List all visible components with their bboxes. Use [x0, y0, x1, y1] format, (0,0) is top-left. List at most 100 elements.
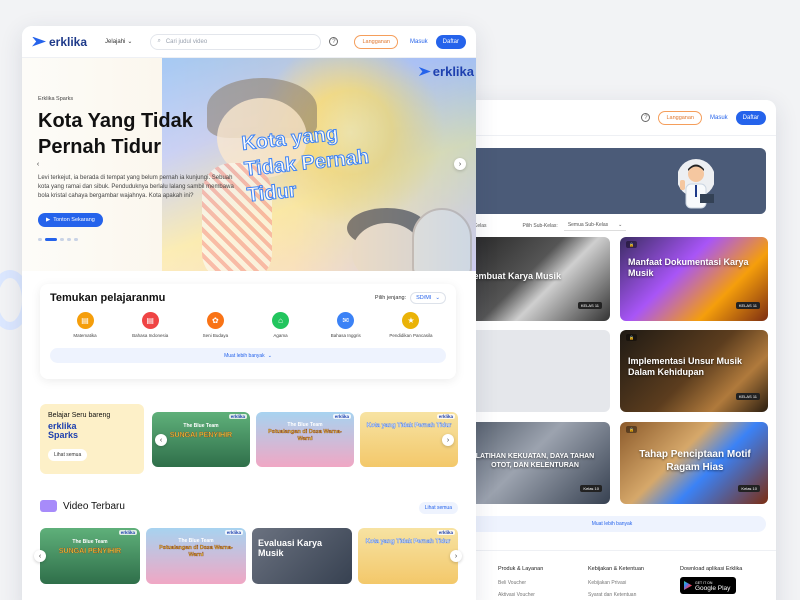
- videos-prev-arrow-icon[interactable]: ‹: [34, 550, 46, 562]
- card-logo: erklika: [436, 530, 455, 535]
- explore-label: Jelajahi: [105, 38, 126, 45]
- footer-link[interactable]: Beli Voucher: [498, 580, 543, 586]
- card-logo: erklika: [118, 530, 137, 535]
- latest-videos-title: Video Terbaru: [63, 500, 125, 512]
- level-label: Pilih jenjang:: [374, 295, 407, 301]
- subkelas-label: Pilih Sub-Kelas:: [522, 222, 558, 229]
- hero-next-arrow-icon[interactable]: ›: [454, 158, 466, 170]
- subject-item-english[interactable]: ✉ Bahasa Inggris: [317, 312, 375, 338]
- subject-grid: ▤ Matematika ▤ Bahasa Indonesia ✿ Seni B…: [50, 312, 446, 338]
- lesson-class-badge: Kelas 10: [738, 485, 760, 492]
- hero-pagination: [38, 238, 78, 241]
- video-title: The Blue Team SUNGAI PENYIHIR: [46, 538, 134, 556]
- video-sub: The Blue Team: [178, 538, 214, 544]
- chevron-down-icon: ⌄: [435, 295, 440, 301]
- load-more-subjects-button[interactable]: Muat lebih banyak ⌄: [50, 348, 446, 363]
- lesson-tag: 🔒: [626, 334, 637, 341]
- level-value: SD/MI: [416, 295, 432, 301]
- lesson-card[interactable]: 🔒 Manfaat Dokumentasi Karya Musik KELAS …: [620, 237, 768, 321]
- subject-item-art[interactable]: ✿ Seni Budaya: [186, 312, 244, 338]
- chevron-down-icon: ⌄: [127, 39, 133, 45]
- subject-item-indonesian[interactable]: ▤ Bahasa Indonesia: [121, 312, 179, 338]
- subject-label: Pendidikan Pancasila: [389, 333, 433, 338]
- latest-videos-header: Video Terbaru: [40, 500, 125, 512]
- see-all-videos-button[interactable]: Lihat semua: [418, 502, 458, 514]
- hero-prev-arrow-icon[interactable]: ‹: [32, 158, 44, 170]
- video-card[interactable]: erklika The Blue Team SUNGAI PENYIHIR: [40, 528, 140, 584]
- lesson-card[interactable]: LATIHAN KEKUATAN, DAYA TAHAN OTOT, DAN K…: [458, 422, 610, 504]
- footer-link[interactable]: Kebijakan Privasi: [588, 580, 644, 586]
- load-more-button[interactable]: Muat lebih banyak: [458, 516, 766, 532]
- subkelas-value: Semua Sub-Kelas: [567, 222, 609, 228]
- series-title-text: Petualangan di Desa Warna-Warni: [268, 429, 342, 442]
- sparks-brand-sub: Sparks: [48, 430, 79, 440]
- videos-next-arrow-icon[interactable]: ›: [450, 550, 462, 562]
- class-filters: Kelas Pilih Sub-Kelas: Semua Sub-Kelas ⌄: [458, 220, 627, 231]
- video-sub: The Blue Team: [72, 539, 108, 545]
- search-input[interactable]: ⌕ Cari judul video: [150, 33, 322, 50]
- lesson-card-placeholder[interactable]: [458, 330, 610, 412]
- video-card[interactable]: erklika Kota yang Tidak Pernah Tidur: [358, 528, 458, 584]
- hero-dot[interactable]: [60, 238, 64, 241]
- hero-text: Erklika Sparks Kota Yang Tidak Pernah Ti…: [38, 96, 248, 227]
- watch-now-label: Tonton Sekarang: [53, 217, 95, 223]
- hero-dot[interactable]: [38, 238, 42, 241]
- video-card[interactable]: Evaluasi Karya Musik: [252, 528, 352, 584]
- help-icon[interactable]: ?: [329, 37, 339, 46]
- watch-now-button[interactable]: ▶ Tonton Sekarang: [38, 213, 103, 227]
- hero-dot[interactable]: [74, 238, 78, 241]
- see-all-sparks-button[interactable]: Lihat semua: [48, 449, 88, 461]
- subject-label: Matematika: [73, 333, 97, 338]
- erklika-logo[interactable]: erklika: [32, 35, 87, 49]
- series-prev-arrow-icon[interactable]: ‹: [155, 434, 167, 446]
- lesson-card[interactable]: 🔒 Tahap Penciptaan Motif Ragam Hias Kela…: [620, 422, 768, 504]
- search-icon: ⌕: [157, 38, 161, 44]
- subject-item-pancasila[interactable]: ★ Pendidikan Pancasila: [382, 312, 440, 338]
- subscribe-button[interactable]: Langganan: [354, 34, 398, 49]
- video-camera-icon: [40, 500, 57, 512]
- video-title-text: SUNGAI PENYIHIR: [58, 548, 122, 555]
- google-play-badge[interactable]: GET IT ON Google Play: [680, 577, 736, 594]
- footer-link[interactable]: Aktivasi Voucher: [498, 592, 543, 598]
- lesson-class-badge: KELAS 11: [577, 302, 602, 309]
- help-icon[interactable]: ?: [641, 113, 651, 122]
- back-subscribe-button[interactable]: Langganan: [658, 110, 702, 125]
- video-card[interactable]: erklika The Blue Team Petualangan di Desa…: [146, 528, 246, 584]
- subject-item-math[interactable]: ▤ Matematika: [56, 312, 114, 338]
- search-placeholder: Cari judul video: [165, 38, 208, 45]
- subject-item-religion[interactable]: ⌂ Agama: [252, 312, 310, 338]
- series-sub: The Blue Team: [183, 423, 219, 429]
- back-register-button[interactable]: Daftar: [735, 110, 766, 125]
- back-navbar: ? Langganan Masuk Daftar: [458, 100, 776, 136]
- back-search-input[interactable]: [468, 110, 633, 126]
- art-flower-icon: ✿: [206, 312, 224, 329]
- back-login-link[interactable]: Masuk: [710, 115, 728, 121]
- sparks-promo-card: Belajar Seru bareng erklika Sparks Lihat…: [40, 404, 144, 474]
- series-card[interactable]: erklika The Blue Team Petualangan di Desa…: [256, 412, 354, 467]
- navbar: erklika Jelajahi ⌄ ⌕ Cari judul video ? …: [22, 26, 476, 58]
- card-logo: erklika: [228, 414, 247, 419]
- lesson-title: Implementasi Unsur Musik Dalam Kehidupan: [628, 356, 743, 377]
- explore-dropdown[interactable]: Jelajahi ⌄: [105, 38, 133, 46]
- footer-col-products: Produk & Layanan Beli Voucher Aktivasi V…: [498, 566, 543, 598]
- footer-link[interactable]: Syarat dan Ketentuan: [588, 592, 644, 598]
- hero-dot[interactable]: [67, 238, 71, 241]
- subkelas-select[interactable]: Semua Sub-Kelas ⌄: [563, 220, 627, 231]
- series-next-arrow-icon[interactable]: ›: [442, 434, 454, 446]
- login-link[interactable]: Masuk: [410, 39, 428, 45]
- hero-banner: Kota yang Tidak Pernah Tidur erklika Erk…: [22, 58, 476, 271]
- level-select[interactable]: SD/MI ⌄: [410, 292, 446, 304]
- level-picker: Pilih jenjang: SD/MI ⌄: [375, 292, 446, 304]
- religion-house-icon: ⌂: [272, 312, 290, 329]
- play-icon: ▶: [46, 217, 51, 223]
- indonesian-book-icon: ▤: [141, 312, 159, 329]
- lesson-card[interactable]: Membuat Karya Musik KELAS 11: [458, 237, 610, 321]
- series-title: The Blue Team SUNGAI PENYIHIR: [158, 422, 244, 440]
- subject-label: Agama: [273, 333, 288, 338]
- lesson-title: Membuat Karya Musik: [466, 271, 562, 281]
- hero-dot-active[interactable]: [45, 238, 57, 241]
- home-page-window: erklika Jelajahi ⌄ ⌕ Cari judul video ? …: [22, 26, 476, 600]
- pancasila-star-icon: ★: [402, 312, 420, 329]
- lesson-card[interactable]: 🔒 Implementasi Unsur Musik Dalam Kehidup…: [620, 330, 768, 412]
- register-button[interactable]: Daftar: [435, 34, 466, 49]
